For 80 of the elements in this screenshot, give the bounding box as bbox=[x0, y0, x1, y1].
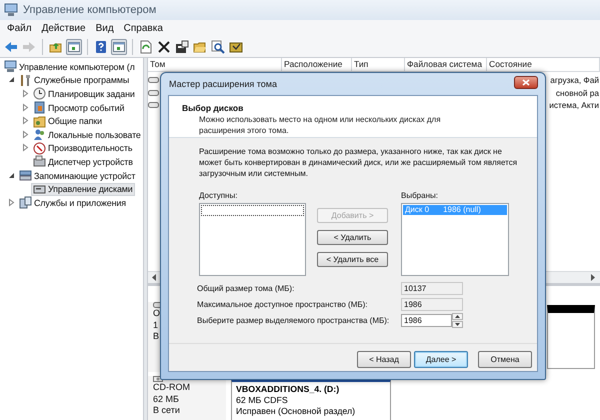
dialog-title: Мастер расширения тома bbox=[168, 79, 277, 89]
disk-info: О bbox=[153, 308, 160, 320]
tree-item[interactable]: Планировщик задани bbox=[31, 87, 137, 100]
delete-icon[interactable] bbox=[156, 39, 172, 55]
spin-up-button[interactable] bbox=[452, 312, 463, 320]
size-field[interactable]: 1986 bbox=[401, 314, 452, 326]
event-log-icon bbox=[33, 101, 46, 114]
storage-icon bbox=[19, 169, 32, 182]
services-icon bbox=[19, 196, 32, 210]
menu-item[interactable]: Файл bbox=[2, 22, 37, 35]
field-label: Общий размер тома (МБ): bbox=[197, 284, 296, 292]
transfer-button[interactable]: < Удалить bbox=[317, 230, 388, 245]
info-text: Расширение тома возможно только до размера, указанного ниже, так как диск не может быть конвертирован в динамический диск, или же расширяемый том является загрузочным или системным. bbox=[199, 146, 518, 179]
dialog-button[interactable]: < Назад bbox=[357, 351, 411, 368]
column-header[interactable]: Состояние bbox=[487, 58, 600, 71]
disk-info: В bbox=[153, 331, 160, 342]
window-title: Управление компьютером bbox=[23, 4, 156, 16]
value-field: 1986 bbox=[401, 298, 463, 310]
tree-item[interactable]: Диспетчер устройств bbox=[31, 155, 135, 168]
available-list[interactable] bbox=[199, 203, 306, 276]
clock-icon bbox=[33, 87, 46, 100]
properties-icon[interactable] bbox=[174, 39, 190, 55]
panel-toggle-icon[interactable] bbox=[111, 39, 127, 55]
dialog-button[interactable]: Отмена bbox=[478, 351, 532, 368]
up-arrow-icon bbox=[455, 314, 460, 318]
disk-info: В сети bbox=[153, 405, 180, 416]
column-header[interactable]: Файловая система bbox=[405, 58, 487, 71]
device-manager-icon bbox=[33, 155, 46, 168]
tree-item[interactable]: Службы и приложения bbox=[17, 196, 128, 210]
close-button[interactable] bbox=[514, 76, 538, 88]
disk-info: 62 МБ bbox=[153, 394, 179, 405]
tree-item[interactable]: Общие папки bbox=[31, 114, 104, 128]
table-cell: сновной ра bbox=[556, 88, 600, 98]
column-header[interactable]: Расположение bbox=[282, 58, 352, 71]
step-description: Можно использовать место на одном или нескольких дисках для расширения этого тома. bbox=[198, 114, 442, 136]
dialog-button[interactable]: Далее > bbox=[414, 351, 468, 368]
table-cell: истема, Акти bbox=[549, 100, 600, 110]
expander-icon[interactable] bbox=[6, 170, 16, 181]
partition-name: VBOXADDITIONS_4. (D:) bbox=[236, 384, 340, 395]
tree-item[interactable]: Просмотр событий bbox=[31, 101, 126, 114]
tree-item[interactable]: Управление компьютером (л bbox=[2, 60, 137, 74]
field-label: Выберите размер выделяемого пространства (МБ): bbox=[197, 316, 390, 324]
menu-item[interactable]: Справка bbox=[118, 22, 168, 35]
partition-block bbox=[547, 305, 595, 369]
panel-toggle-icon[interactable] bbox=[66, 39, 82, 55]
column-header[interactable]: Тип bbox=[352, 58, 405, 71]
menu-item[interactable]: Вид bbox=[90, 22, 119, 35]
table-cell: агрузка, Фай bbox=[550, 75, 600, 86]
computer-icon bbox=[4, 3, 18, 17]
tools-icon bbox=[19, 74, 32, 87]
spin-down-button[interactable] bbox=[452, 320, 463, 328]
computer-icon bbox=[4, 60, 17, 74]
partition-info: 62 МБ CDFS bbox=[236, 395, 288, 406]
down-arrow-icon bbox=[455, 322, 460, 326]
close-icon bbox=[522, 78, 530, 86]
tree-item[interactable]: Управление дисками bbox=[31, 182, 135, 196]
scroll-left-icon[interactable] bbox=[152, 274, 157, 281]
tree-item[interactable]: Запоминающие устройст bbox=[17, 169, 138, 182]
disk-info: 1 bbox=[153, 320, 158, 331]
tree-item[interactable]: Служебные программы bbox=[17, 74, 132, 87]
partition-info: Исправен (Основной раздел) bbox=[236, 406, 356, 417]
performance-icon bbox=[33, 142, 46, 155]
value-field: 10137 bbox=[401, 282, 463, 294]
scroll-right-icon[interactable] bbox=[591, 274, 596, 281]
column-header[interactable]: Том bbox=[148, 58, 282, 71]
disk-info: CD-ROM bbox=[153, 382, 190, 394]
list-label: Доступны: bbox=[199, 191, 238, 201]
document-icon[interactable] bbox=[138, 39, 154, 55]
help-icon[interactable] bbox=[93, 39, 109, 55]
search-icon[interactable] bbox=[210, 39, 226, 55]
menu-item[interactable]: Действие bbox=[36, 22, 91, 35]
transfer-button[interactable]: < Удалить все bbox=[317, 252, 388, 267]
list-label: Выбраны: bbox=[401, 191, 439, 201]
shared-folder-icon bbox=[33, 114, 46, 128]
back-icon[interactable] bbox=[3, 39, 19, 55]
step-heading: Выбор дисков bbox=[181, 103, 244, 113]
tree-item[interactable]: Локальные пользовате bbox=[31, 128, 143, 142]
field-label: Максимальное доступное пространство (МБ): bbox=[197, 300, 368, 308]
tree-item[interactable]: Производительность bbox=[31, 142, 134, 155]
users-icon bbox=[33, 128, 46, 142]
